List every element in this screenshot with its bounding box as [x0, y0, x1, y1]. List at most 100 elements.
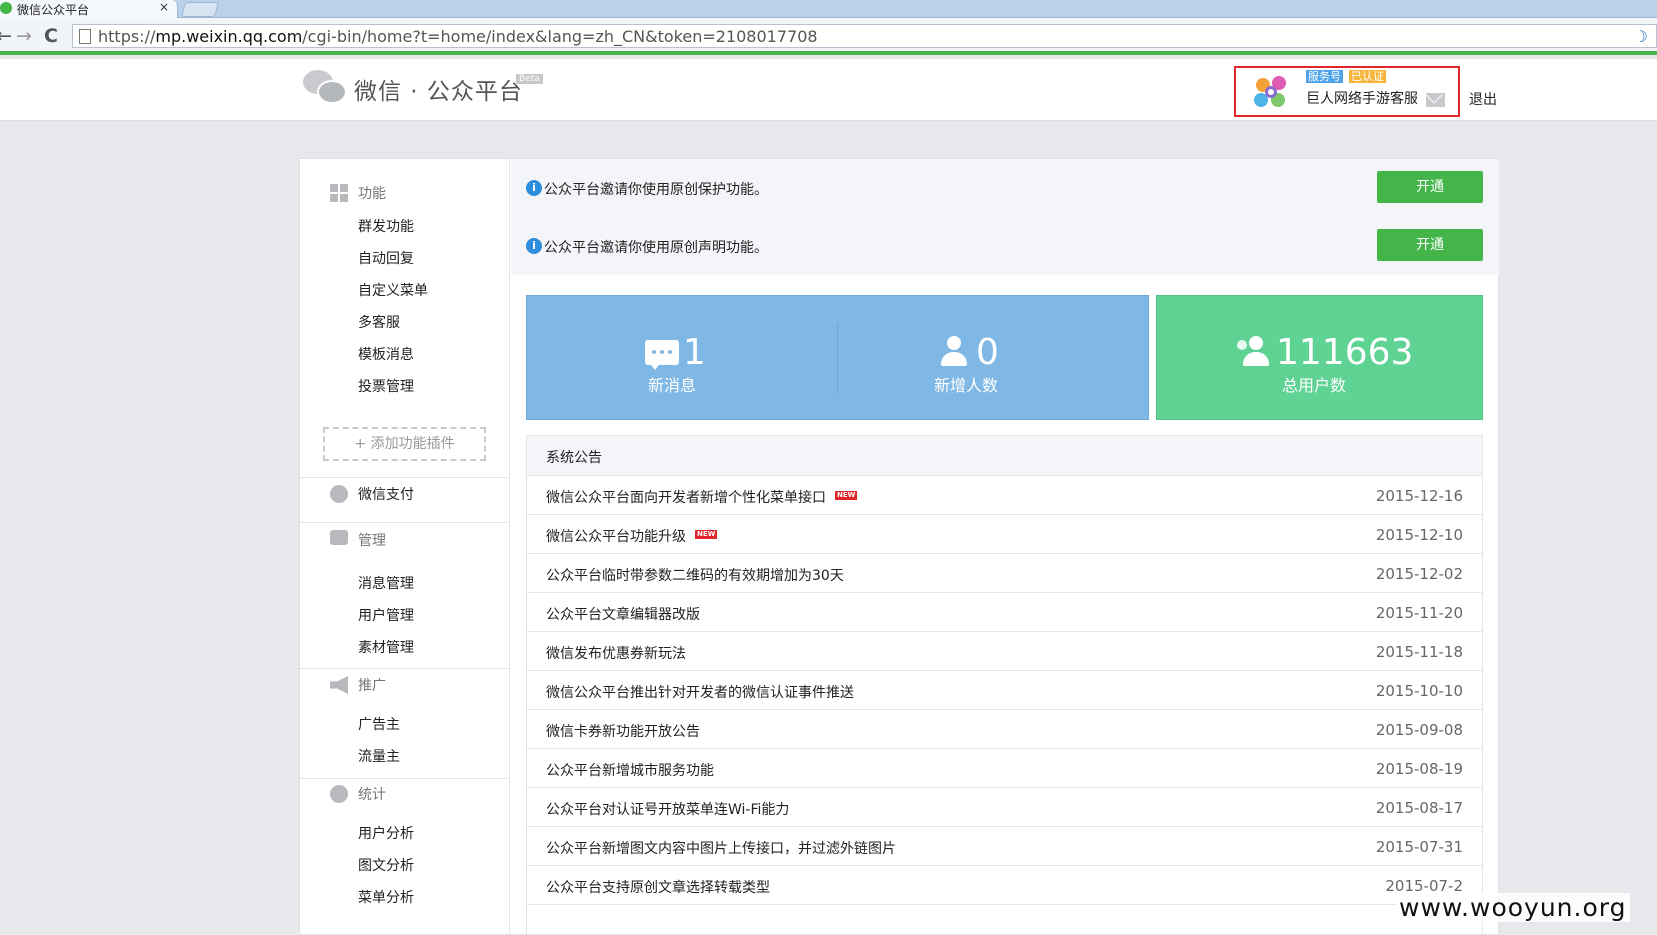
close-tab-icon[interactable]: × [159, 0, 169, 14]
list-item[interactable]: 微信卡券新功能开放公告 2015-09-08 [527, 710, 1482, 749]
list-item[interactable]: 微信发布优惠券新玩法 2015-11-18 [527, 632, 1482, 671]
account-info[interactable]: 服务号 已认证 巨人网络手游客服 [1234, 66, 1460, 117]
sidebar-item-vote[interactable]: 投票管理 [358, 376, 414, 396]
grid-icon [330, 184, 348, 202]
sidebar-item-advertiser[interactable]: 广告主 [358, 714, 400, 734]
sidebar-item-materials[interactable]: 素材管理 [358, 637, 414, 657]
sidebar-section-title: 管理 [358, 533, 386, 549]
list-item[interactable]: 微信公众平台推出针对开发者的微信认证事件推送 2015-10-10 [527, 671, 1482, 710]
announcement-date: 2015-08-17 [1375, 799, 1463, 817]
announcement-link[interactable]: 公众平台新增城市服务功能 [546, 760, 714, 780]
new-messages-label: 新消息 [648, 376, 697, 395]
back-icon[interactable]: ← [0, 25, 12, 47]
list-item[interactable]: 公众平台临时带参数二维码的有效期增加为30天 2015-12-02 [527, 554, 1482, 593]
account-type-badge: 服务号 [1306, 70, 1343, 83]
sidebar-section-promote: 推广 [300, 662, 510, 694]
sidebar-item-multi-service[interactable]: 多客服 [358, 312, 400, 332]
extension-icon[interactable]: ☽ [1634, 27, 1648, 46]
announcement-link[interactable]: 微信公众平台面向开发者新增个性化菜单接口 [546, 487, 826, 507]
new-badge: NEW [835, 491, 858, 500]
browser-tab[interactable]: 微信公众平台 × [0, 0, 178, 18]
notice-original-declaration: i 公众平台邀请你使用原创声明功能。 开通 [511, 217, 1499, 275]
sidebar-section-title: 推广 [358, 678, 386, 694]
announcement-link[interactable]: 公众平台临时带参数二维码的有效期增加为30天 [546, 565, 844, 585]
sidebar-item-custom-menu[interactable]: 自定义菜单 [358, 280, 428, 300]
main-panel: 功能 群发功能 自动回复 自定义菜单 多客服 模板消息 投票管理 + 添加功能插… [299, 158, 1499, 935]
url-text: https://mp.weixin.qq.com/cgi-bin/home?t=… [98, 27, 818, 46]
sidebar-section-wechat-pay[interactable]: 微信支付 [300, 471, 510, 503]
users-icon [1237, 336, 1271, 366]
list-item[interactable]: 微信公众平台功能升级 NEW 2015-12-10 [527, 515, 1482, 554]
verified-badge: 已认证 [1349, 70, 1386, 83]
tab-title: 微信公众平台 [17, 3, 90, 17]
sidebar-item-wechat-pay[interactable]: 微信支付 [358, 484, 414, 504]
browser-tab-bar: 微信公众平台 × [0, 0, 1657, 18]
enable-declaration-button[interactable]: 开通 [1377, 229, 1483, 261]
announcement-date: 2015-10-10 [1375, 682, 1463, 700]
info-icon: i [526, 238, 542, 254]
reload-icon[interactable]: C [44, 25, 58, 47]
announcement-link[interactable]: 微信发布优惠券新玩法 [546, 643, 686, 663]
plus-icon: + [354, 436, 367, 452]
mail-icon[interactable] [1426, 93, 1445, 107]
sidebar-item-template-message[interactable]: 模板消息 [358, 344, 414, 364]
announcement-link[interactable]: 公众平台对认证号开放菜单连Wi-Fi能力 [546, 799, 789, 819]
main-content: i 公众平台邀请你使用原创保护功能。 开通 i 公众平台邀请你使用原创声明功能。… [511, 159, 1499, 935]
browser-toolbar: ← → C https://mp.weixin.qq.com/cgi-bin/h… [0, 18, 1657, 55]
new-messages-count: 1 [683, 332, 706, 373]
sidebar-item-mass-send[interactable]: 群发功能 [358, 216, 414, 236]
announcement-link[interactable]: 公众平台新增图文内容中图片上传接口，并过滤外链图片 [546, 838, 896, 858]
info-icon: i [526, 180, 542, 196]
list-item[interactable]: 微信公众平台面向开发者新增个性化菜单接口 NEW 2015-12-16 [527, 476, 1482, 515]
sidebar-item-messages[interactable]: 消息管理 [358, 573, 414, 593]
notice-text: 公众平台邀请你使用原创声明功能。 [544, 240, 768, 256]
logout-link[interactable]: 退出 [1469, 89, 1497, 109]
forward-icon[interactable]: → [16, 25, 32, 47]
list-item[interactable]: 公众平台文章编辑器改版 2015-11-20 [527, 593, 1482, 632]
announcement-link[interactable]: 微信卡券新功能开放公告 [546, 721, 700, 741]
sidebar-section-title: 功能 [358, 186, 386, 202]
sidebar: 功能 群发功能 自动回复 自定义菜单 多客服 模板消息 投票管理 + 添加功能插… [300, 159, 510, 935]
address-bar[interactable]: https://mp.weixin.qq.com/cgi-bin/home?t=… [72, 24, 1657, 48]
wechat-logo-icon [303, 70, 347, 104]
new-messages-stat[interactable]: 1 新消息 [527, 296, 837, 421]
sidebar-item-user-analysis[interactable]: 用户分析 [358, 823, 414, 843]
announcement-link[interactable]: 公众平台支持原创文章选择转载类型 [546, 877, 770, 897]
new-users-stat[interactable]: 0 新增人数 [838, 296, 1150, 421]
sidebar-section-title: 统计 [358, 787, 386, 803]
sidebar-item-auto-reply[interactable]: 自动回复 [358, 248, 414, 268]
announcement-link[interactable]: 微信公众平台推出针对开发者的微信认证事件推送 [546, 682, 854, 702]
sidebar-item-article-analysis[interactable]: 图文分析 [358, 855, 414, 875]
account-name[interactable]: 巨人网络手游客服 [1306, 88, 1418, 108]
avatar[interactable] [1254, 76, 1290, 110]
add-plugin-label: 添加功能插件 [370, 436, 455, 452]
announcement-date: 2015-12-16 [1375, 487, 1463, 505]
announcement-date: 2015-08-19 [1375, 760, 1463, 778]
add-plugin-button[interactable]: + 添加功能插件 [323, 427, 486, 461]
announcements-title: 系统公告 [546, 450, 602, 466]
announcement-link[interactable]: 公众平台文章编辑器改版 [546, 604, 700, 624]
announcement-date: 2015-11-20 [1375, 604, 1463, 622]
sidebar-item-menu-analysis[interactable]: 菜单分析 [358, 887, 414, 907]
enable-protection-button[interactable]: 开通 [1377, 171, 1483, 203]
list-item[interactable]: 公众平台支持原创文章选择转载类型 2015-07-2 [527, 866, 1482, 905]
new-badge: NEW [695, 530, 718, 539]
new-tab-button[interactable] [180, 2, 220, 17]
notice-text: 公众平台邀请你使用原创保护功能。 [544, 182, 768, 198]
sidebar-item-users[interactable]: 用户管理 [358, 605, 414, 625]
stats-card-green[interactable]: 111663 总用户数 [1156, 295, 1483, 420]
logo-text[interactable]: 微信 · 公众平台 [354, 72, 523, 106]
announcement-link[interactable]: 微信公众平台功能升级 [546, 526, 686, 546]
total-users-count: 111663 [1276, 332, 1414, 373]
sidebar-item-publisher[interactable]: 流量主 [358, 746, 400, 766]
list-item[interactable]: 公众平台对认证号开放菜单连Wi-Fi能力 2015-08-17 [527, 788, 1482, 827]
announcement-date: 2015-07-31 [1375, 838, 1463, 856]
announcement-date: 2015-09-08 [1375, 721, 1463, 739]
list-item[interactable]: 公众平台新增城市服务功能 2015-08-19 [527, 749, 1482, 788]
sidebar-section-stats: 统计 [300, 771, 510, 803]
new-users-count: 0 [976, 332, 999, 373]
megaphone-icon [330, 676, 348, 694]
list-item[interactable]: 公众平台新增图文内容中图片上传接口，并过滤外链图片 2015-07-31 [527, 827, 1482, 866]
wechat-favicon-icon [0, 2, 12, 14]
notice-original-protection: i 公众平台邀请你使用原创保护功能。 开通 [511, 159, 1499, 217]
